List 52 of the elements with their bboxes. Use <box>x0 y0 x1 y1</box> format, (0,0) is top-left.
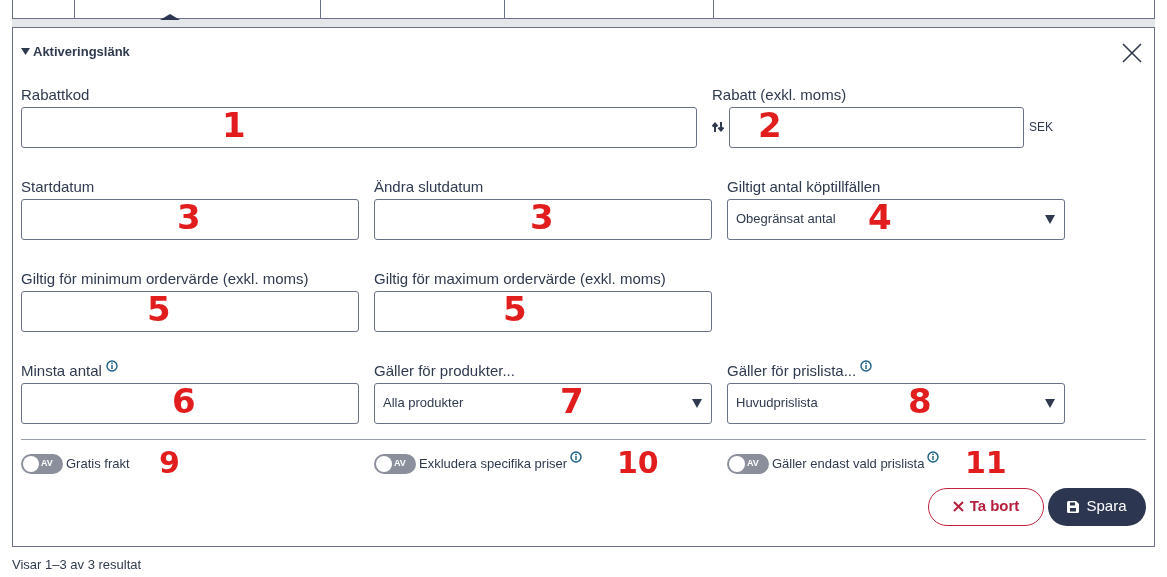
field-label: Gäller för produkter... <box>374 360 515 381</box>
annotation-number: 3 <box>530 199 554 234</box>
input-field[interactable]: 5 <box>374 290 712 332</box>
toggle-label: Gratis frakt <box>66 454 130 473</box>
annotation-number: 7 <box>560 383 584 418</box>
input-field[interactable]: 2 <box>729 106 1024 148</box>
toggle-switch[interactable]: AV <box>374 453 416 474</box>
save-button[interactable]: Spara <box>1048 487 1146 526</box>
field-label: Giltigt antal köptillfällen <box>727 176 881 197</box>
pointer-icon <box>160 14 180 20</box>
section-toggle[interactable]: Aktiveringslänk <box>21 42 1146 62</box>
field-label: Rabattkod <box>21 84 90 105</box>
annotation-number: 5 <box>147 291 171 326</box>
close-icon <box>1122 43 1142 64</box>
annotation-number: 6 <box>172 383 196 418</box>
swap-icon <box>712 121 724 133</box>
dropdown[interactable]: Obegränsat antal 4 <box>727 198 1065 240</box>
annotation-number: 10 <box>617 447 659 478</box>
input-field[interactable]: 3 <box>374 198 712 240</box>
annotation-number: 4 <box>868 199 892 234</box>
toggle-switch[interactable]: AV <box>727 453 769 474</box>
annotation-number: 3 <box>177 199 201 234</box>
annotation-number: 9 <box>159 447 180 478</box>
field-label: Gäller för prislista... <box>727 360 857 381</box>
annotation-number: 2 <box>758 107 782 142</box>
annotation-number: 8 <box>908 383 932 418</box>
caret-icon <box>692 398 702 408</box>
field-label: Ändra slutdatum <box>374 176 484 197</box>
toggle-label: Gäller endast vald prislista <box>772 454 925 473</box>
input-field[interactable]: 5 <box>21 290 359 332</box>
input-field[interactable]: 3 <box>21 198 359 240</box>
delete-button[interactable]: Ta bort <box>928 487 1044 526</box>
annotation-number: 1 <box>222 107 246 142</box>
results-count: Visar 1–3 av 3 resultat <box>12 556 143 574</box>
field-label: Startdatum <box>21 176 95 197</box>
caret-icon <box>1045 398 1055 408</box>
toggle-switch[interactable]: AV <box>21 453 63 474</box>
unit-label: SEK <box>1029 119 1053 136</box>
field-label: Rabatt (exkl. moms) <box>712 84 847 105</box>
annotation-number: 11 <box>965 447 1007 478</box>
close-button[interactable] <box>1122 42 1142 64</box>
field-label: Giltig för minimum ordervärde (exkl. moms) <box>21 268 309 289</box>
input-field[interactable]: 6 <box>21 382 359 424</box>
field-label: Giltig för maximum ordervärde (exkl. moms) <box>374 268 666 289</box>
close-icon <box>952 501 964 512</box>
input-field[interactable]: 1 <box>21 106 697 148</box>
annotation-number: 5 <box>503 291 527 326</box>
field-label: Minsta antal <box>21 360 102 381</box>
toggle-label: Exkludera specifika priser <box>419 454 568 473</box>
dropdown[interactable]: Alla produkter 7 <box>374 382 712 424</box>
dropdown[interactable]: Huvudprislista 8 <box>727 382 1065 424</box>
caret-icon <box>1045 214 1055 224</box>
